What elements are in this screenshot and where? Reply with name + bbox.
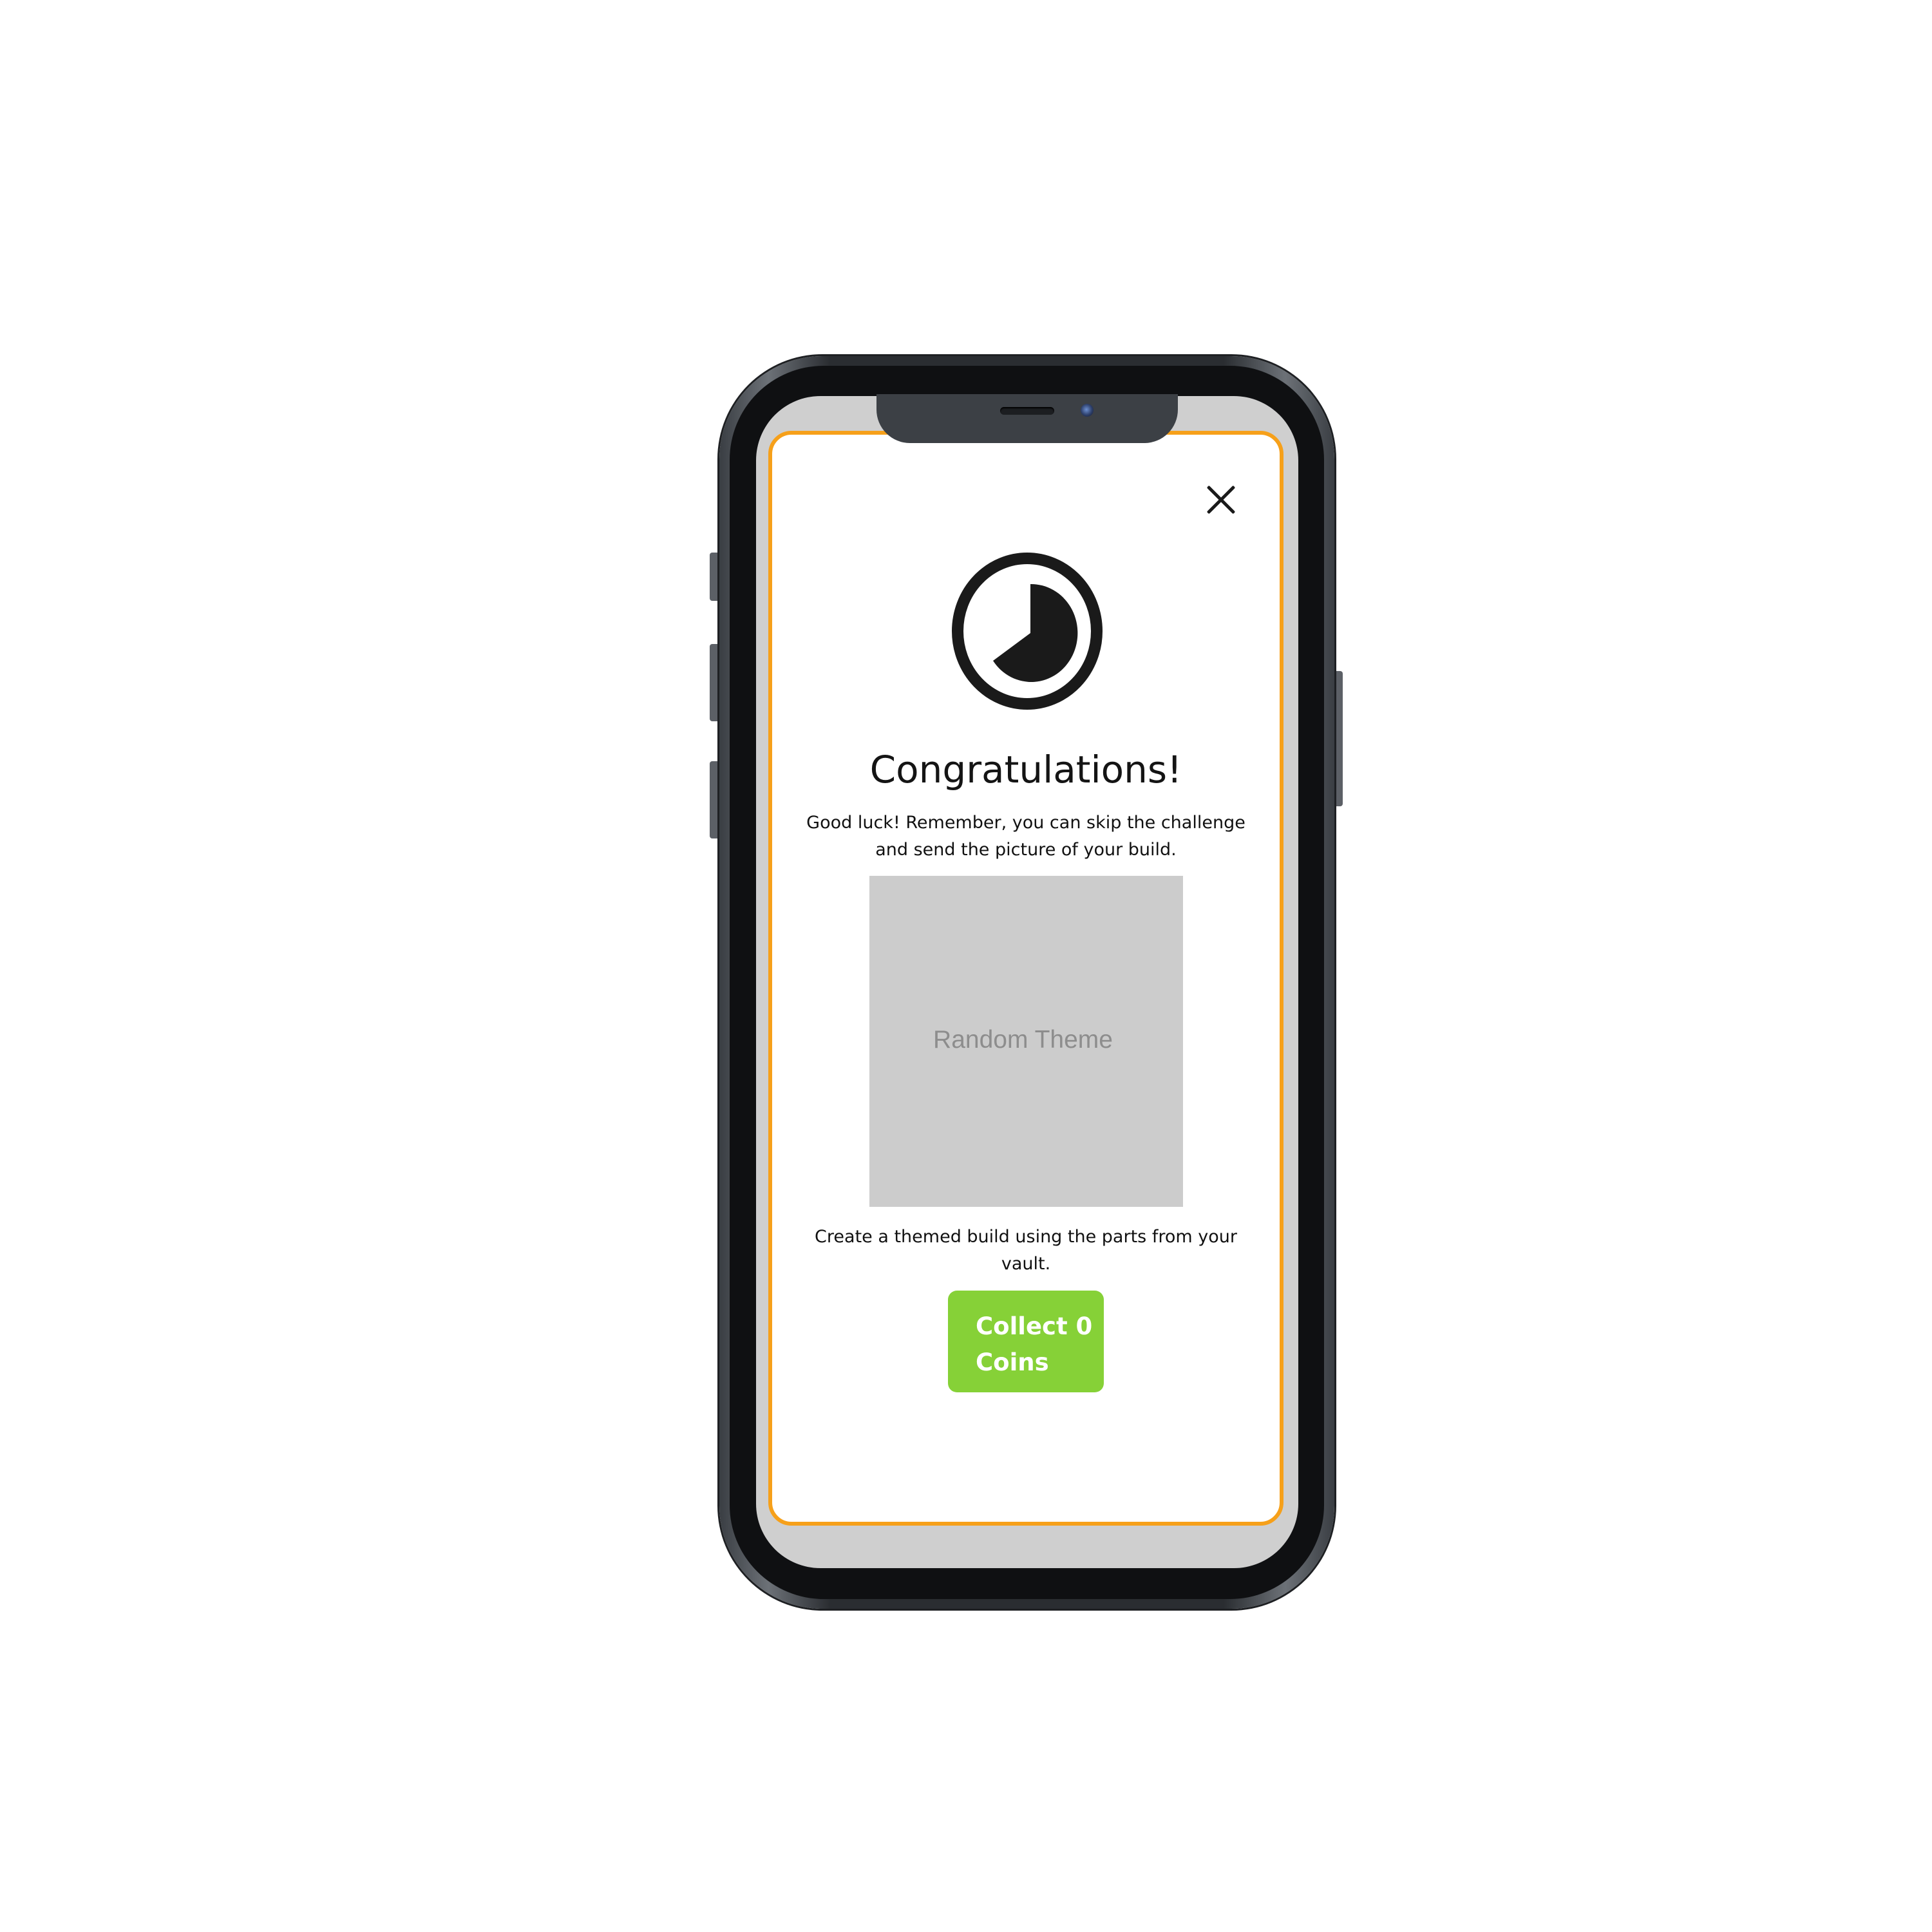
intro-text: Good luck! Remember, you can skip the ch… [806, 813, 1245, 860]
theme-placeholder-label: Random Theme [933, 1026, 1113, 1054]
phone-volume-down-button [710, 761, 720, 838]
stage: Congratulations! Good luck! Remember, yo… [0, 0, 1932, 1932]
phone-notch [876, 394, 1178, 443]
theme-image-placeholder: Random Theme [869, 876, 1183, 1207]
timer-icon [952, 553, 1103, 710]
close-icon[interactable] [1203, 482, 1239, 518]
phone-volume-up-button [710, 644, 720, 721]
instruction-text: Create a themed build using the parts fr… [815, 1227, 1237, 1274]
collect-coins-button[interactable]: Collect 0 Coins [948, 1291, 1104, 1392]
phone-mute-switch [710, 553, 720, 601]
timer-icon-fill [993, 583, 1078, 682]
speaker-icon [1000, 407, 1054, 415]
modal-title: Congratulations! [869, 748, 1182, 791]
camera-icon [1081, 404, 1094, 417]
